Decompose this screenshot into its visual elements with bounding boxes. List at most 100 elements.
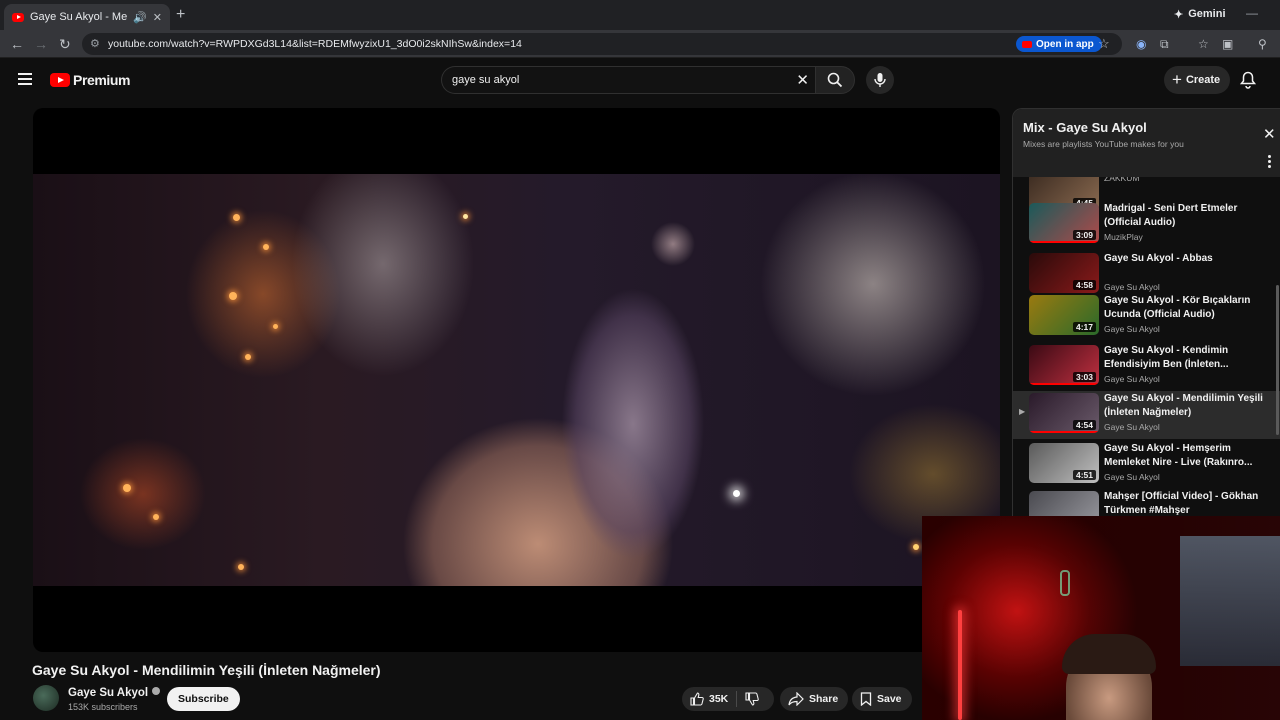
search-input[interactable]: gaye su akyol ✕	[441, 66, 815, 94]
video-frame	[33, 174, 1000, 586]
gemini-button[interactable]: ✦ Gemini	[1166, 4, 1234, 24]
playlist-thumbnail[interactable]: 4:17	[1029, 295, 1099, 335]
forward-arrow-icon[interactable]: →	[34, 36, 48, 52]
playlist-item-title: Gaye Su Akyol - Hemşerim Memleket Nire -…	[1104, 443, 1253, 468]
desk-figure	[1060, 570, 1070, 596]
close-playlist-icon[interactable]: ✕	[1263, 125, 1276, 143]
address-bar-row: ← → ↻ ⚙ youtube.com/watch?v=RWPDXGd3L14&…	[0, 30, 1280, 58]
playlist-item-title: Mahşer [Official Video] - Gökhan Türkmen…	[1104, 491, 1259, 516]
url-text: youtube.com/watch?v=RWPDXGd3L14&list=RDE…	[108, 38, 522, 50]
sparkle-icon: ✦	[1174, 8, 1184, 21]
new-tab-button[interactable]: +	[176, 6, 185, 24]
subscribe-button[interactable]: Subscribe	[167, 687, 240, 711]
video-title: Gaye Su Akyol - Mendilimin Yeşili (İnlet…	[32, 662, 381, 678]
playlist-item[interactable]: 3:09 Madrigal - Seni Dert Etmeler (Offici…	[1013, 201, 1280, 249]
playlist-item-title: Gaye Su Akyol - Kendimin Efendisiyim Ben…	[1104, 345, 1229, 370]
profile-icon[interactable]: ⚲	[1258, 37, 1267, 51]
playlist-thumbnail[interactable]: 4:54	[1029, 393, 1099, 433]
browser-tab[interactable]: Gaye Su Akyol - Mendilimin 🔊 ✕	[4, 4, 170, 30]
video-player[interactable]	[33, 108, 1000, 652]
share-button[interactable]: Share	[780, 687, 849, 711]
clear-search-icon[interactable]: ✕	[796, 71, 809, 89]
duration-badge: 4:17	[1072, 322, 1096, 332]
playlist-thumbnail[interactable]: 3:03	[1029, 345, 1099, 385]
share-arrow-icon	[788, 692, 804, 706]
playlist-title[interactable]: Mix - Gaye Su Akyol	[1023, 120, 1147, 135]
playlist-item-channel: MuzikPlay	[1104, 232, 1143, 242]
search-button[interactable]	[815, 66, 855, 94]
speaker-icon[interactable]: 🔊	[133, 11, 147, 24]
notifications-bell-icon[interactable]	[1240, 71, 1256, 89]
playlist-thumbnail[interactable]: 3:09	[1029, 203, 1099, 243]
playlist-subtitle: Mixes are playlists YouTube makes for yo…	[1023, 139, 1184, 149]
dislike-button[interactable]	[745, 687, 760, 711]
playlist-item-channel: Gaye Su Akyol	[1104, 472, 1160, 482]
playlist-scrollbar[interactable]	[1276, 285, 1279, 435]
duration-badge: 4:58	[1072, 280, 1096, 290]
playlist-item[interactable]: 4:17 Gaye Su Akyol - Kör Bıçakların Ucund…	[1013, 293, 1280, 341]
streamer-hair	[1062, 634, 1156, 674]
url-field[interactable]: ⚙ youtube.com/watch?v=RWPDXGd3L14&list=R…	[82, 33, 1122, 55]
duration-badge: 3:09	[1072, 230, 1096, 240]
playlist-item[interactable]: ▶ 4:54 Gaye Su Akyol - Mendilimin Yeşili (…	[1013, 391, 1280, 439]
share-label: Share	[809, 693, 839, 705]
open-in-app-button[interactable]: Open in app	[1016, 36, 1102, 52]
playlist-header: Mix - Gaye Su Akyol Mixes are playlists …	[1013, 109, 1280, 177]
like-count: 35K	[709, 693, 729, 705]
neon-light	[958, 610, 962, 720]
extension-icon[interactable]: ◉	[1136, 37, 1146, 51]
logo-text: Premium	[73, 72, 131, 88]
minimize-window-icon[interactable]: —	[1246, 6, 1258, 20]
thumbs-down-icon	[745, 692, 760, 706]
back-arrow-icon[interactable]: ←	[10, 36, 24, 52]
watched-progress-bar	[1029, 383, 1099, 385]
site-info-icon[interactable]: ⚙	[90, 37, 100, 50]
thumbs-up-icon	[690, 692, 704, 706]
subscriber-count: 153K subscribers	[68, 702, 138, 712]
background-window	[1180, 536, 1280, 666]
reload-icon[interactable]: ↻	[59, 36, 71, 53]
playlist-item[interactable]: 4:51 Gaye Su Akyol - Hemşerim Memleket Ni…	[1013, 441, 1280, 489]
side-panel-icon[interactable]: ▣	[1222, 37, 1233, 51]
like-dislike-group: 35K	[682, 687, 774, 711]
duration-badge: 3:03	[1072, 372, 1096, 382]
browser-tab-bar: Gaye Su Akyol - Mendilimin 🔊 ✕ + ✦ Gemin…	[0, 0, 1280, 30]
more-options-icon[interactable]	[1268, 155, 1271, 168]
youtube-logo-icon	[50, 73, 70, 87]
gemini-label: Gemini	[1188, 8, 1226, 20]
youtube-premium-logo[interactable]: Premium	[50, 72, 131, 88]
bookmark-save-icon	[860, 692, 872, 706]
tab-title: Gaye Su Akyol - Mendilimin	[30, 11, 128, 23]
youtube-header: Premium gaye su akyol ✕ + Create	[0, 58, 1280, 104]
save-label: Save	[877, 693, 902, 705]
duration-badge: 4:54	[1072, 420, 1096, 430]
like-button[interactable]: 35K	[682, 687, 728, 711]
menu-icon[interactable]	[18, 73, 32, 85]
playlist-item-channel: Gaye Su Akyol	[1104, 374, 1160, 384]
extensions-puzzle-icon[interactable]: ⧉	[1160, 37, 1169, 52]
playlist-items: 4:45ZAKKUM3:09Madrigal - Seni Dert Etmel…	[1013, 177, 1280, 527]
playlist-thumbnail[interactable]: 4:58	[1029, 253, 1099, 293]
open-in-app-label: Open in app	[1036, 38, 1094, 50]
playlist-item-channel: Gaye Su Akyol	[1104, 422, 1160, 432]
playlist-item-channel: Gaye Su Akyol	[1104, 282, 1160, 292]
save-button[interactable]: Save	[852, 687, 912, 711]
channel-avatar[interactable]	[33, 685, 59, 711]
create-button[interactable]: + Create	[1164, 66, 1231, 94]
bookmarks-icon[interactable]: ☆	[1198, 37, 1209, 51]
voice-search-button[interactable]	[866, 66, 894, 94]
bookmark-star-icon[interactable]: ☆	[1098, 36, 1110, 52]
watched-progress-bar	[1029, 241, 1099, 243]
search-icon	[827, 72, 843, 88]
channel-name-link[interactable]: Gaye Su Akyol	[68, 687, 161, 699]
playlist-item[interactable]: 4:58 Gaye Su Akyol - Abbas Gaye Su Akyol	[1013, 251, 1280, 299]
playlist-thumbnail[interactable]: 4:51	[1029, 443, 1099, 483]
create-label: Create	[1185, 74, 1221, 86]
playlist-item-title: Gaye Su Akyol - Kör Bıçakların Ucunda (O…	[1104, 295, 1251, 320]
playlist-item[interactable]: 3:03 Gaye Su Akyol - Kendimin Efendisiyim…	[1013, 343, 1280, 391]
watched-progress-bar	[1029, 431, 1099, 433]
close-tab-icon[interactable]: ✕	[153, 11, 162, 24]
now-playing-icon: ▶	[1019, 407, 1026, 416]
playlist-item-title: Gaye Su Akyol - Mendilimin Yeşili (İnlet…	[1104, 393, 1263, 418]
mix-playlist-panel: Mix - Gaye Su Akyol Mixes are playlists …	[1012, 108, 1280, 528]
